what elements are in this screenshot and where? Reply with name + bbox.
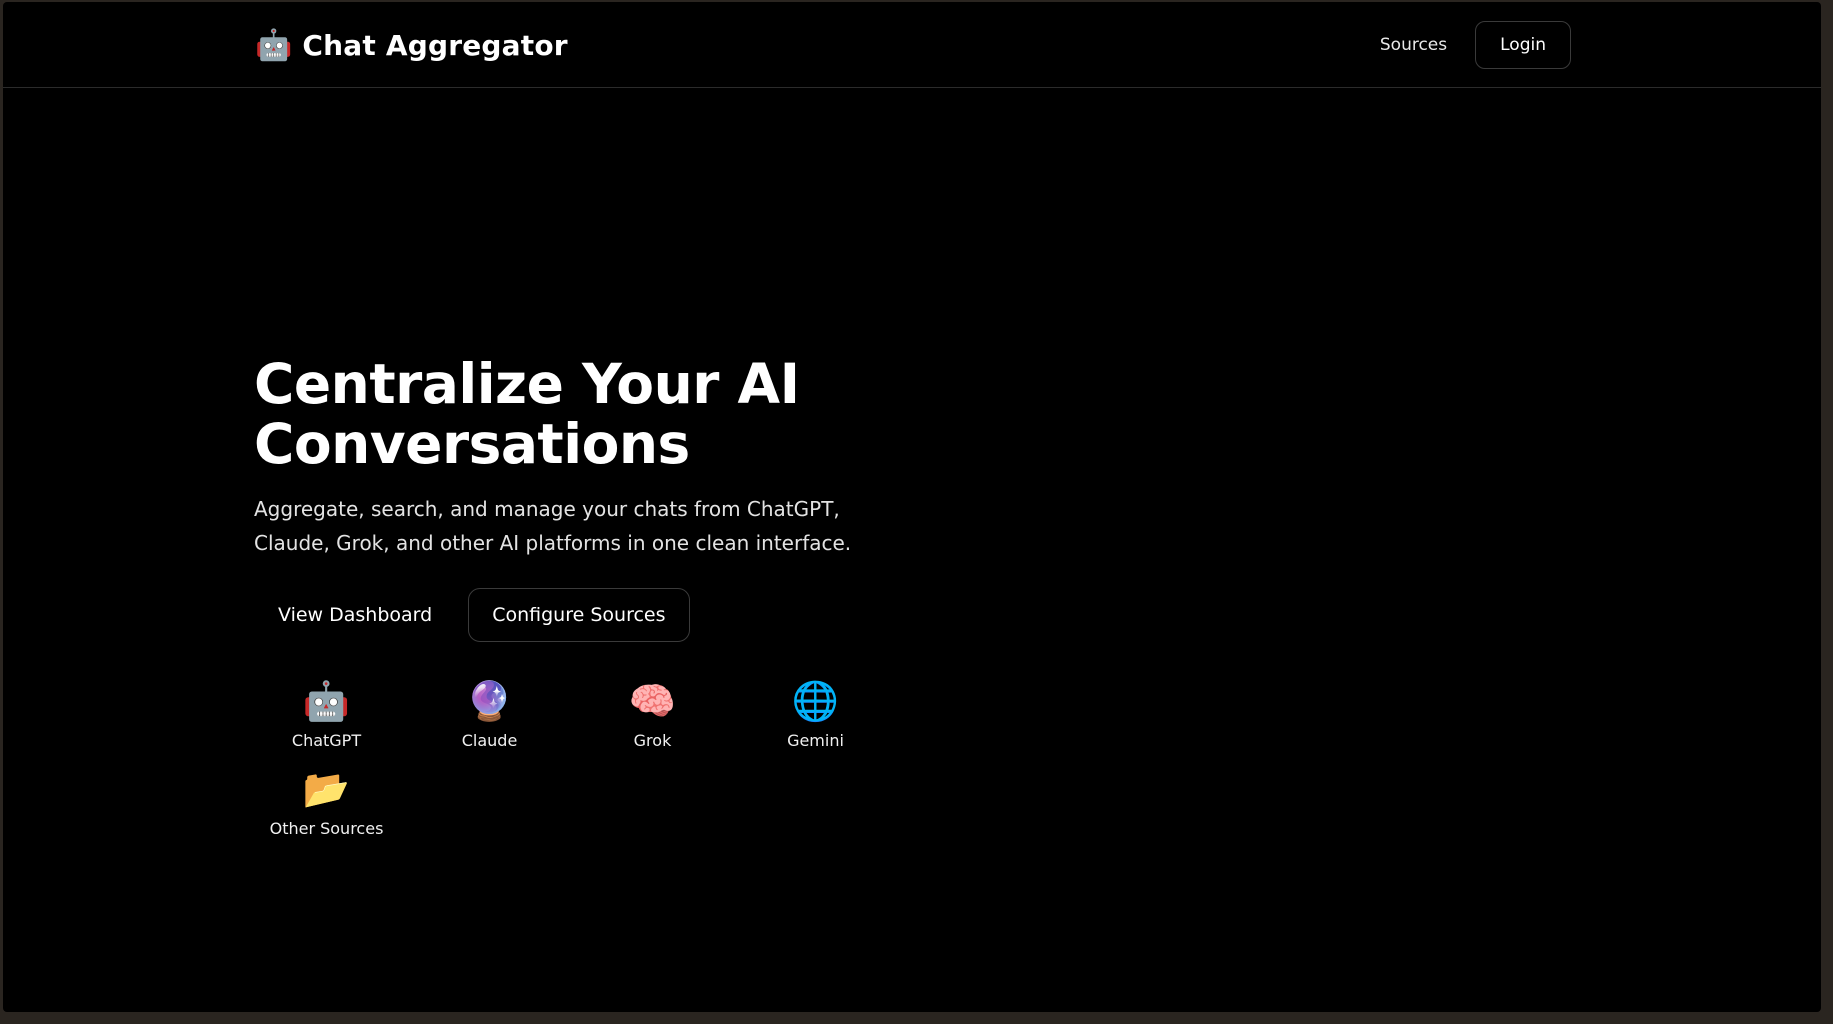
hero-title-line-2: Conversations	[254, 412, 690, 476]
source-item-other-sources[interactable]: 📂 Other Sources	[254, 766, 399, 840]
source-label: Grok	[633, 731, 672, 750]
source-label: ChatGPT	[291, 731, 362, 750]
view-dashboard-button[interactable]: View Dashboard	[254, 588, 456, 642]
configure-sources-button[interactable]: Configure Sources	[468, 588, 690, 642]
sources-grid: 🤖 ChatGPT 🔮 Claude 🧠 Grok 🌐 Gemini 📂 Oth…	[254, 678, 954, 840]
hero-title-line-1: Centralize Your AI	[254, 352, 800, 416]
robot-icon: 🤖	[302, 679, 351, 723]
crystal-ball-icon: 🔮	[465, 679, 514, 723]
source-label: Claude	[461, 731, 518, 750]
source-item-chatgpt[interactable]: 🤖 ChatGPT	[254, 678, 399, 752]
brain-icon: 🧠	[628, 679, 677, 723]
hero-subtitle: Aggregate, search, and manage your chats…	[254, 497, 852, 555]
source-label: Gemini	[787, 731, 844, 750]
source-item-grok[interactable]: 🧠 Grok	[580, 678, 725, 752]
login-button[interactable]: Login	[1475, 21, 1571, 69]
open-folder-icon: 📂	[302, 767, 351, 811]
source-item-claude[interactable]: 🔮 Claude	[417, 678, 562, 752]
sources-link[interactable]: Sources	[1380, 35, 1447, 55]
nav-links: Sources Login	[1380, 21, 1571, 69]
hero-section: Centralize Your AI Conversations Aggrega…	[254, 354, 954, 840]
hero-actions: View Dashboard Configure Sources	[254, 588, 954, 642]
source-label: Other Sources	[269, 819, 384, 838]
navbar: 🤖 Chat Aggregator Sources Login	[3, 2, 1821, 88]
hero-title: Centralize Your AI Conversations	[254, 354, 954, 474]
robot-icon: 🤖	[255, 28, 293, 63]
brand[interactable]: 🤖 Chat Aggregator	[255, 28, 568, 64]
app-window: 🤖 Chat Aggregator Sources Login Centrali…	[3, 2, 1821, 1012]
source-item-gemini[interactable]: 🌐 Gemini	[743, 678, 888, 752]
brand-title: Chat Aggregator	[302, 29, 568, 62]
globe-icon: 🌐	[791, 679, 840, 723]
